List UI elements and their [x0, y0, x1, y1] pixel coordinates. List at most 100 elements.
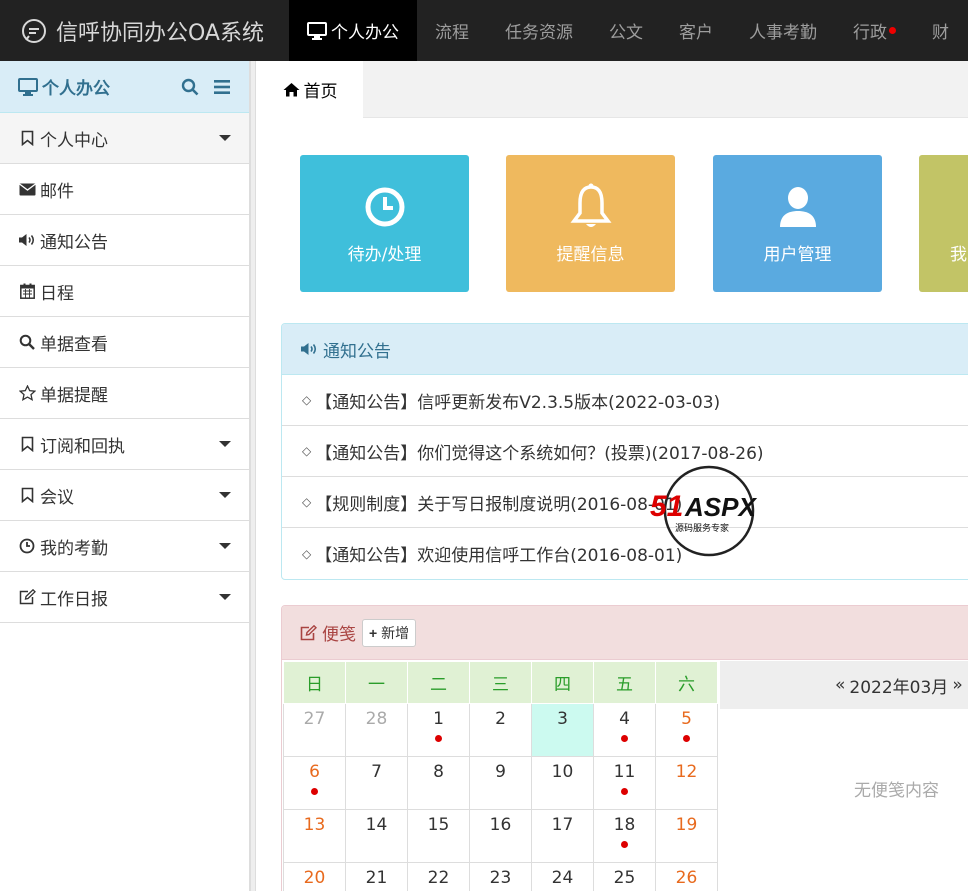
calendar-day[interactable]: 14: [345, 809, 408, 863]
calendar-day-number: 6: [309, 762, 320, 782]
nav-documents[interactable]: 公文: [591, 0, 661, 61]
nav-hr-attendance[interactable]: 人事考勤: [731, 0, 835, 61]
calendar-day-number: 24: [551, 868, 574, 888]
calendar-day[interactable]: 20: [283, 862, 346, 891]
sidebar-resize-handle[interactable]: [250, 61, 256, 891]
notice-item[interactable]: ◇ 【规则制度】关于写日报制度说明(2016-08-01): [282, 477, 968, 528]
calendar-day-number: 19: [675, 815, 698, 835]
memo-panel-title: 便笺: [322, 625, 356, 645]
nav-personal-office[interactable]: 个人办公: [289, 0, 417, 61]
calendar-weekday-header: 一: [345, 661, 408, 704]
calendar-day[interactable]: 2: [469, 703, 532, 757]
add-memo-button[interactable]: + 新增: [362, 618, 417, 647]
sidebar-item-meetings[interactable]: 会议: [0, 470, 249, 521]
tab-home[interactable]: 首页: [257, 61, 363, 118]
calendar-day[interactable]: 1: [407, 703, 470, 757]
calendar-day[interactable]: 6: [283, 756, 346, 810]
tile-user-management[interactable]: 用户管理: [713, 155, 882, 292]
notice-panel: 通知公告 ◇ 【通知公告】信呼更新发布V2.3.5版本(2022-03-03) ◇…: [281, 323, 968, 580]
sidebar-item-document-reminder[interactable]: 单据提醒: [0, 368, 249, 419]
calendar-day[interactable]: 22: [407, 862, 470, 891]
menu-toggle-icon[interactable]: [213, 79, 231, 95]
search-icon[interactable]: [181, 78, 199, 96]
home-icon: [283, 83, 299, 97]
volume-icon: [18, 233, 36, 247]
sidebar-item-document-view[interactable]: 单据查看: [0, 317, 249, 368]
sidebar-item-schedule[interactable]: 日程: [0, 266, 249, 317]
prev-month-button[interactable]: «: [835, 675, 845, 695]
brand[interactable]: 信呼协同办公OA系统: [0, 0, 289, 61]
calendar-weekday-header: 六: [655, 661, 718, 704]
calendar-day[interactable]: 12: [655, 756, 718, 810]
bookmark-icon: [18, 436, 36, 452]
calendar-day-number: 25: [613, 868, 636, 888]
sidebar-item-daily-report[interactable]: 工作日报: [0, 572, 249, 623]
calendar-day-number: 28: [365, 709, 388, 729]
calendar-day-number: 18: [613, 815, 636, 835]
calendar-day[interactable]: 24: [531, 862, 594, 891]
calendar-day[interactable]: 11: [593, 756, 656, 810]
edit-icon: [18, 589, 36, 605]
sidebar-item-personal-center[interactable]: 个人中心: [0, 113, 249, 164]
caret-down-icon: [219, 492, 231, 498]
calendar-day[interactable]: 25: [593, 862, 656, 891]
sidebar-item-my-attendance[interactable]: 我的考勤: [0, 521, 249, 572]
sidebar-item-notices[interactable]: 通知公告: [0, 215, 249, 266]
nav-task-resources[interactable]: 任务资源: [487, 0, 591, 61]
calendar-day-number: 10: [551, 762, 574, 782]
calendar-day-number: 9: [495, 762, 506, 782]
top-navbar: 信呼协同办公OA系统 个人办公 流程 任务资源 公文 客户 人事考勤 行政 财: [0, 0, 968, 61]
calendar-day[interactable]: 9: [469, 756, 532, 810]
calendar-day-number: 5: [681, 709, 692, 729]
event-dot-icon: [435, 735, 442, 742]
sidebar-item-mail[interactable]: 邮件: [0, 164, 249, 215]
tile-reminder[interactable]: 提醒信息: [506, 155, 675, 292]
calendar-day[interactable]: 10: [531, 756, 594, 810]
sidebar: 个人办公 个人中心 邮件 通知公告 日程 单据查看 单据提醒 订阅和回执 会议 …: [0, 61, 250, 891]
user-icon: [779, 187, 816, 227]
envelope-icon: [18, 182, 36, 196]
nav-administration[interactable]: 行政: [835, 0, 914, 61]
next-month-button[interactable]: »: [952, 675, 962, 695]
notice-item[interactable]: ◇ 【通知公告】信呼更新发布V2.3.5版本(2022-03-03): [282, 375, 968, 426]
calendar-month-label: 2022年03月: [849, 677, 949, 698]
star-icon: [18, 385, 36, 401]
calendar-day[interactable]: 23: [469, 862, 532, 891]
notice-item[interactable]: ◇ 【通知公告】你们觉得这个系统如何？(投票)(2017-08-26): [282, 426, 968, 477]
calendar-day[interactable]: 15: [407, 809, 470, 863]
caret-down-icon: [219, 441, 231, 447]
calendar-day-number: 4: [619, 709, 630, 729]
event-dot-icon: [683, 735, 690, 742]
tile-todo[interactable]: 待办/处理: [300, 155, 469, 292]
svg-text:ASPX: ASPX: [684, 492, 757, 522]
calendar-day-number: 27: [303, 709, 326, 729]
calendar-day[interactable]: 3: [531, 703, 594, 757]
sidebar-title: 个人办公: [42, 79, 110, 99]
calendar-day-number: 12: [675, 762, 698, 782]
nav-customers[interactable]: 客户: [661, 0, 731, 61]
calendar-day[interactable]: 19: [655, 809, 718, 863]
main-content: 首页 待办/处理 提醒信息 用户管理 我 通知公告 ◇ 【通知公告】信呼更新发布…: [257, 61, 968, 891]
calendar-day[interactable]: 13: [283, 809, 346, 863]
tile-mine[interactable]: 我: [919, 155, 968, 292]
calendar-day[interactable]: 28: [345, 703, 408, 757]
nav-process[interactable]: 流程: [417, 0, 487, 61]
calendar-day-number: 8: [433, 762, 444, 782]
calendar-day[interactable]: 4: [593, 703, 656, 757]
calendar-day[interactable]: 26: [655, 862, 718, 891]
calendar-day[interactable]: 21: [345, 862, 408, 891]
calendar-day[interactable]: 17: [531, 809, 594, 863]
calendar-day[interactable]: 5: [655, 703, 718, 757]
calendar-day[interactable]: 16: [469, 809, 532, 863]
calendar-day[interactable]: 7: [345, 756, 408, 810]
calendar-day[interactable]: 18: [593, 809, 656, 863]
sidebar-item-subscriptions[interactable]: 订阅和回执: [0, 419, 249, 470]
notice-item[interactable]: ◇ 【通知公告】欢迎使用信呼工作台(2016-08-01): [282, 528, 968, 579]
calendar-weekday-header: 二: [407, 661, 470, 704]
calendar-day[interactable]: 27: [283, 703, 346, 757]
calendar-day-number: 11: [613, 762, 636, 782]
calendar-day-number: 14: [365, 815, 388, 835]
calendar-day[interactable]: 8: [407, 756, 470, 810]
nav-finance[interactable]: 财: [914, 0, 967, 61]
plus-icon: +: [369, 624, 378, 641]
